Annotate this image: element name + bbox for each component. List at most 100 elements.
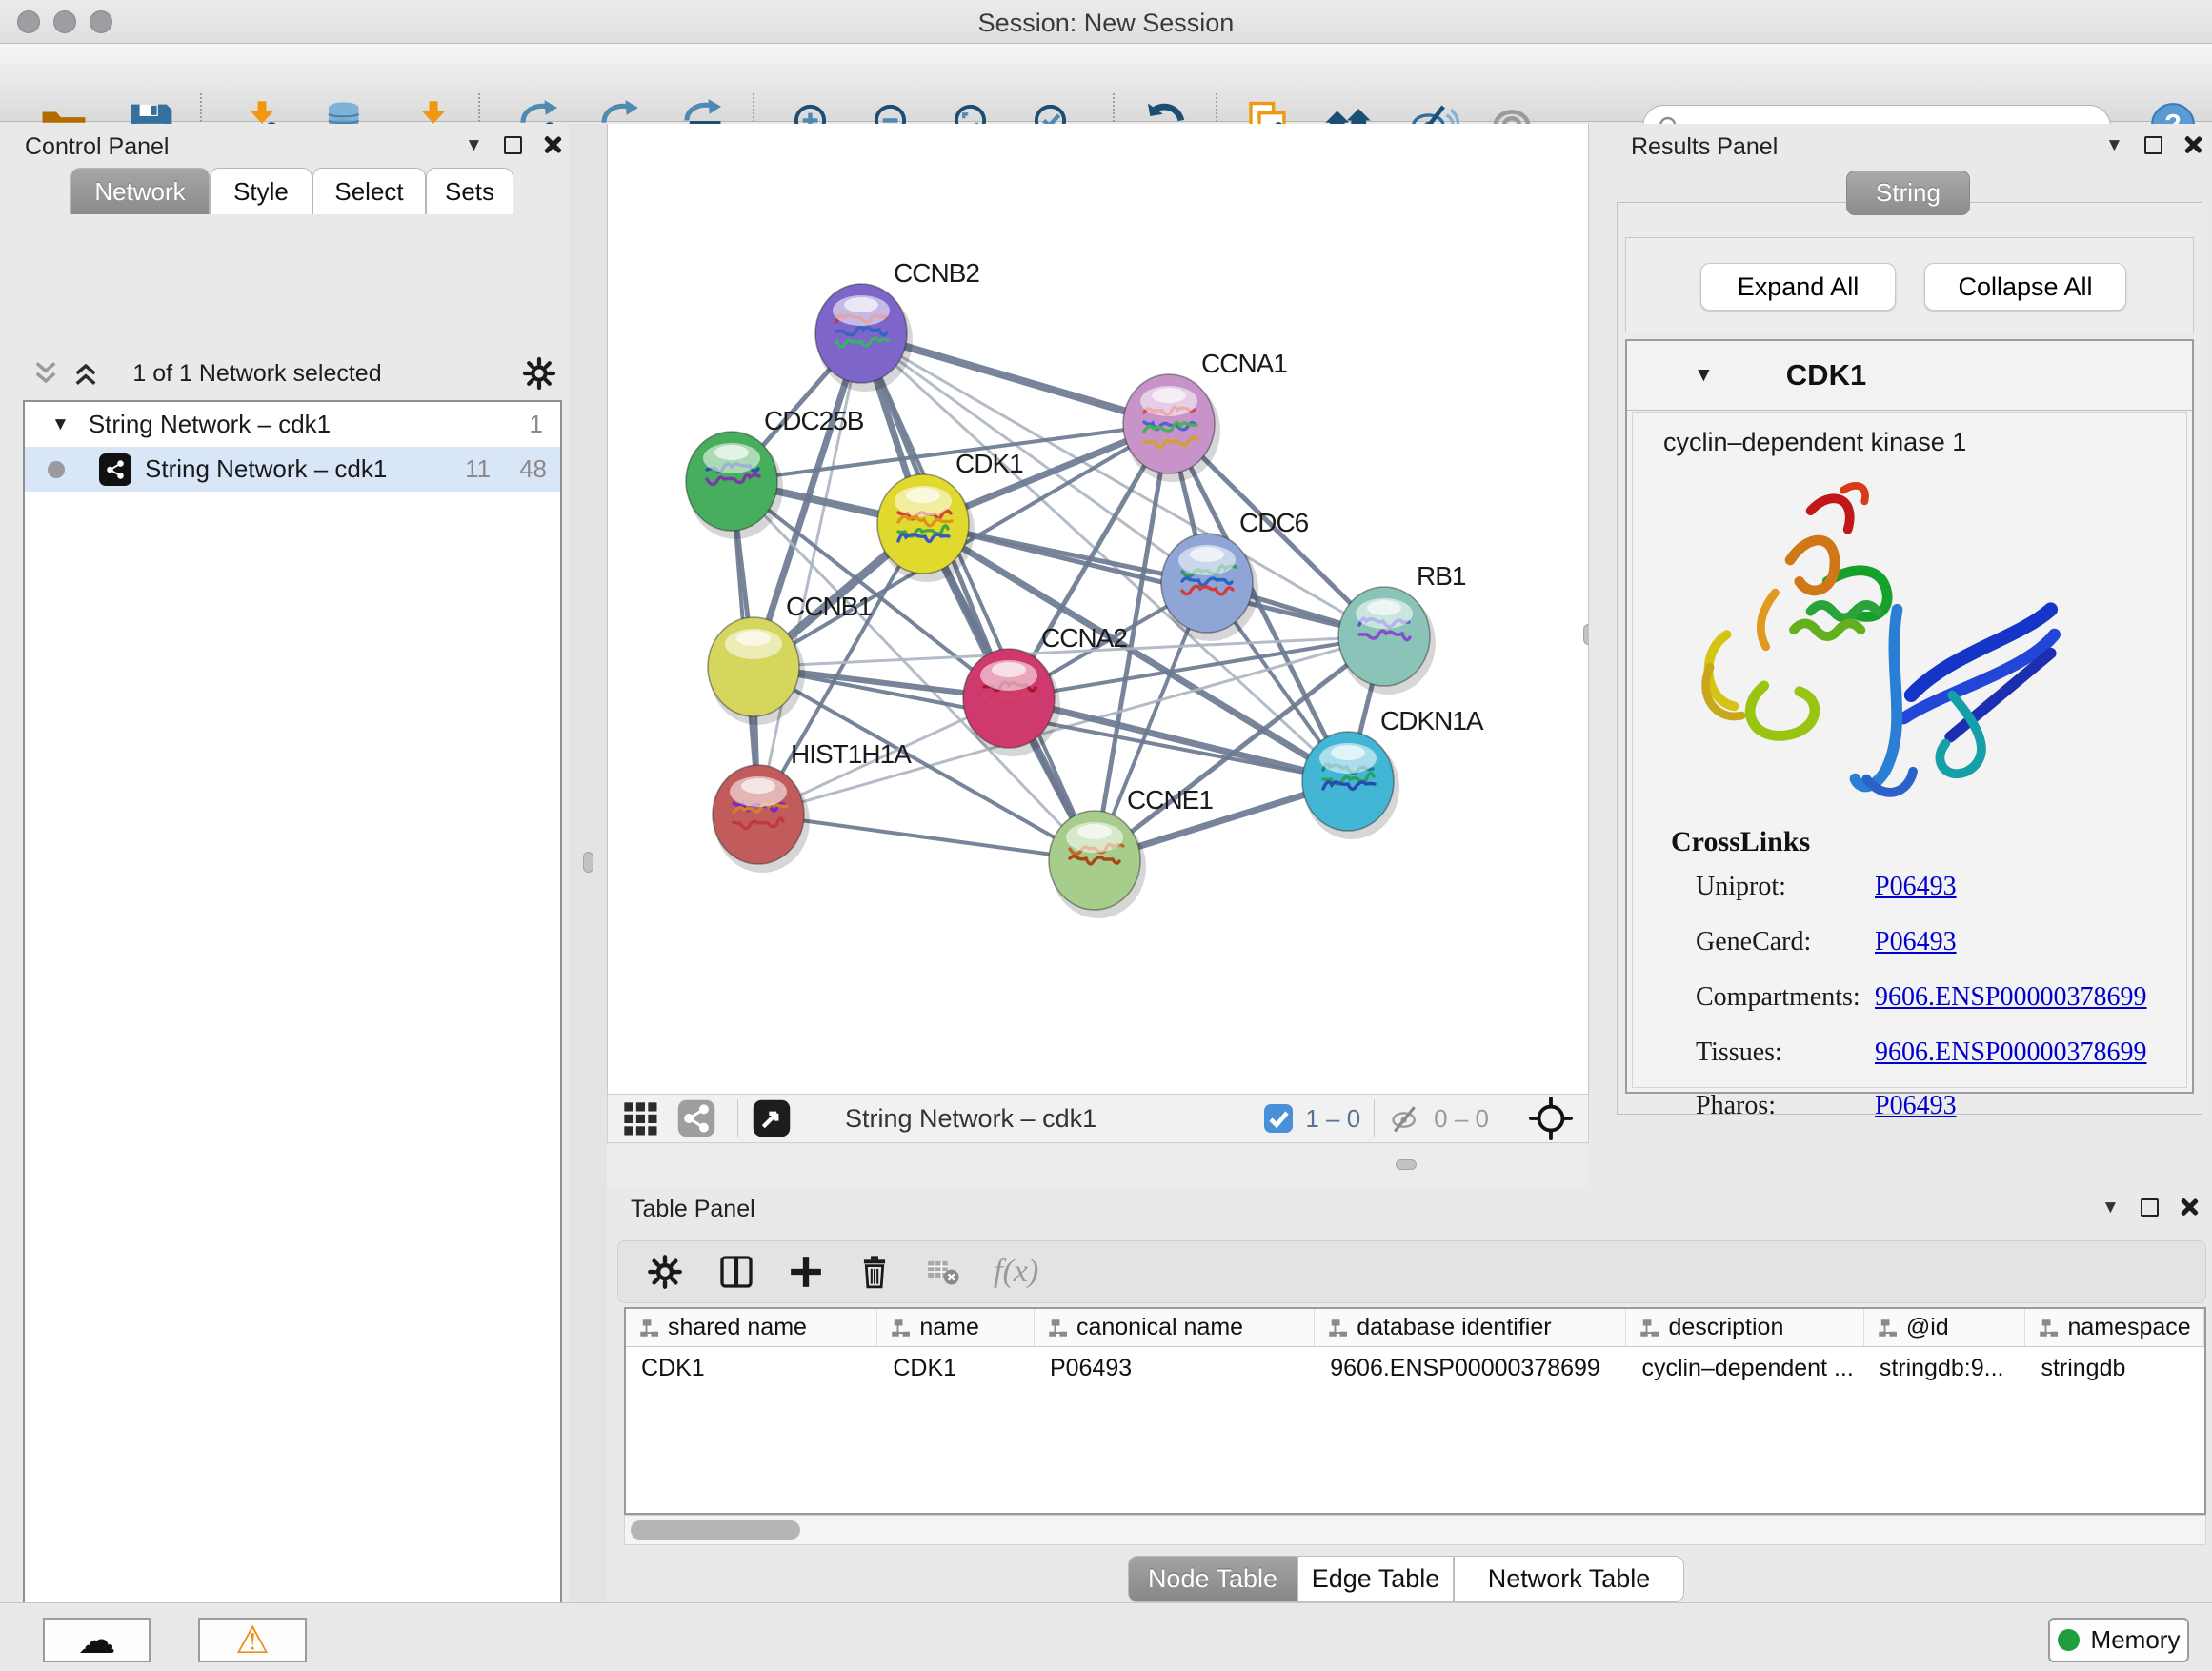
column-header-database-identifier[interactable]: database identifier (1315, 1309, 1626, 1346)
node-label-CCNB1: CCNB1 (786, 592, 872, 621)
delete-column-trash-icon[interactable] (856, 1254, 893, 1290)
collection-count: 1 (530, 410, 543, 439)
genecard-link[interactable]: P06493 (1875, 927, 1957, 957)
crosslink-label: Tissues: (1696, 1037, 1782, 1067)
node-label-HIST1H1A: HIST1H1A (791, 739, 912, 769)
network-type-icon (99, 453, 131, 486)
gene-entry-header[interactable]: ▼ CDK1 (1627, 341, 2192, 411)
window-title: Session: New Session (0, 9, 2212, 38)
results-panel-close-icon[interactable] (2183, 135, 2202, 154)
uniprot-link[interactable]: P06493 (1875, 872, 1957, 902)
warnings-button[interactable]: ⚠ (198, 1618, 307, 1662)
table-hscrollbar[interactable] (624, 1515, 2206, 1545)
tab-select[interactable]: Select (312, 168, 426, 214)
function-builder-icon[interactable]: f(x) (994, 1254, 1038, 1290)
tab-node-table[interactable]: Node Table (1128, 1556, 1297, 1602)
tab-sets[interactable]: Sets (426, 168, 513, 214)
network-node-HIST1H1A[interactable]: HIST1H1A (713, 739, 912, 873)
column-header-name[interactable]: name (877, 1309, 1035, 1346)
node-label-CCNA1: CCNA1 (1201, 349, 1287, 378)
results-panel-float-icon[interactable] (2144, 136, 2162, 154)
column-header-@id[interactable]: @id (1864, 1309, 2026, 1346)
network-node-CCNB2[interactable]: CCNB2 (815, 258, 979, 392)
selected-checkbox-icon[interactable] (1263, 1103, 1294, 1134)
hidden-eye-slash-icon[interactable] (1388, 1100, 1424, 1137)
table-cell[interactable]: CDK1 (877, 1347, 1035, 1389)
network-collection-row[interactable]: ▼ String Network – cdk1 1 (25, 402, 560, 447)
column-header-namespace[interactable]: namespace (2025, 1309, 2204, 1346)
network-node-CDC6[interactable]: CDC6 (1161, 508, 1309, 641)
table-cell[interactable]: cyclin–dependent ... (1626, 1347, 1863, 1389)
table-panel-menu-icon[interactable]: ▼ (2101, 1198, 2120, 1217)
expand-all-button[interactable]: Expand All (1700, 263, 1896, 311)
column-tree-icon (891, 1319, 910, 1338)
grid-view-icon[interactable] (621, 1099, 659, 1137)
node-attribute-table[interactable]: shared namenamecanonical namedatabase id… (624, 1307, 2206, 1515)
tab-string[interactable]: String (1846, 171, 1970, 215)
network-node-CCNA1[interactable]: CCNA1 (1123, 349, 1287, 482)
network-node-CCNE1[interactable]: CCNE1 (1049, 785, 1213, 918)
gene-symbol: CDK1 (1786, 358, 1866, 393)
column-tree-icon (1048, 1319, 1067, 1338)
table-hscrollbar-thumb[interactable] (631, 1520, 800, 1540)
table-row[interactable]: CDK1CDK1P064939606.ENSP00000378699cyclin… (626, 1347, 2204, 1389)
network-node-CDKN1A[interactable]: CDKN1A (1302, 706, 1484, 839)
column-header-canonical-name[interactable]: canonical name (1035, 1309, 1315, 1346)
node-label-CDKN1A: CDKN1A (1380, 706, 1484, 735)
table-cell[interactable]: stringdb (2025, 1347, 2204, 1389)
crosslink-row: GeneCard: P06493 (1696, 927, 2172, 957)
results-panel-title: Results Panel (1631, 133, 1778, 161)
network-node-CDC25B[interactable]: CDC25B (686, 406, 864, 539)
show-columns-icon[interactable] (717, 1253, 755, 1291)
network-share-icon[interactable] (676, 1098, 716, 1138)
table-cell[interactable]: 9606.ENSP00000378699 (1315, 1347, 1626, 1389)
left-splitter-handle[interactable] (583, 852, 593, 873)
gene-entry-collapse-icon[interactable]: ▼ (1694, 364, 1714, 387)
horizontal-splitter-handle[interactable] (1396, 1159, 1417, 1170)
compartments-link[interactable]: 9606.ENSP00000378699 (1875, 982, 2146, 1013)
create-column-plus-icon[interactable] (788, 1254, 824, 1290)
column-tree-icon (1878, 1319, 1897, 1338)
network-options-gear-icon[interactable] (520, 354, 558, 393)
node-label-CCNE1: CCNE1 (1127, 785, 1213, 815)
network-node-CDK1[interactable]: CDK1 (877, 449, 1023, 582)
table-panel-close-icon[interactable] (2180, 1198, 2199, 1217)
column-header-shared-name[interactable]: shared name (626, 1309, 877, 1346)
column-header-description[interactable]: description (1626, 1309, 1863, 1346)
network-node-RB1[interactable]: RB1 (1338, 561, 1466, 695)
tab-network[interactable]: Network (70, 168, 210, 214)
tab-network-table[interactable]: Network Table (1454, 1556, 1684, 1602)
delete-table-icon[interactable] (925, 1254, 961, 1290)
cloud-sync-button[interactable]: ☁ (43, 1618, 151, 1662)
title-bar: Session: New Session (0, 0, 2212, 44)
collapse-all-button[interactable]: Collapse All (1924, 263, 2126, 311)
network-canvas[interactable]: CCNB2CCNA1CDC25BCDK1CDC6RB1CCNB1CCNA2HIS… (607, 124, 1589, 1094)
control-panel-close-icon[interactable] (543, 135, 562, 154)
tab-edge-table[interactable]: Edge Table (1297, 1556, 1454, 1602)
table-panel-float-icon[interactable] (2141, 1198, 2159, 1217)
network-row-selected[interactable]: String Network – cdk1 11 48 (25, 447, 560, 492)
table-cell[interactable]: P06493 (1035, 1347, 1315, 1389)
tissues-link[interactable]: 9606.ENSP00000378699 (1875, 1037, 2146, 1068)
table-cell[interactable]: CDK1 (626, 1347, 877, 1389)
network-graph[interactable]: CCNB2CCNA1CDC25BCDK1CDC6RB1CCNB1CCNA2HIS… (608, 124, 1590, 1094)
control-panel-float-icon[interactable] (504, 136, 522, 154)
table-cell[interactable]: stringdb:9... (1864, 1347, 2026, 1389)
pharos-link[interactable]: P06493 (1875, 1091, 1957, 1121)
fit-selected-crosshair-icon[interactable] (1529, 1097, 1573, 1140)
table-options-gear-icon[interactable] (645, 1252, 685, 1292)
network-view-toolbar: String Network – cdk1 1 – 0 0 – 0 (607, 1094, 1589, 1143)
results-panel: Results Panel ▼ String Expand All Collap… (1589, 124, 2212, 1186)
node-label-RB1: RB1 (1417, 561, 1466, 591)
results-panel-menu-icon[interactable]: ▼ (2105, 136, 2123, 154)
selected-nodes-edges-count: 1 – 0 (1305, 1104, 1360, 1134)
birdseye-toggle-icon[interactable] (752, 1098, 792, 1138)
crosslink-label: Uniprot: (1696, 872, 1786, 901)
crosslink-row: Pharos: P06493 (1696, 1091, 2172, 1121)
memory-button[interactable]: Memory (2048, 1618, 2189, 1662)
control-panel-menu-icon[interactable]: ▼ (465, 136, 483, 154)
cloud-icon: ☁ (78, 1621, 116, 1660)
tab-style[interactable]: Style (210, 168, 312, 214)
memory-status-dot (2058, 1629, 2080, 1651)
collection-expand-icon[interactable]: ▼ (51, 414, 70, 435)
